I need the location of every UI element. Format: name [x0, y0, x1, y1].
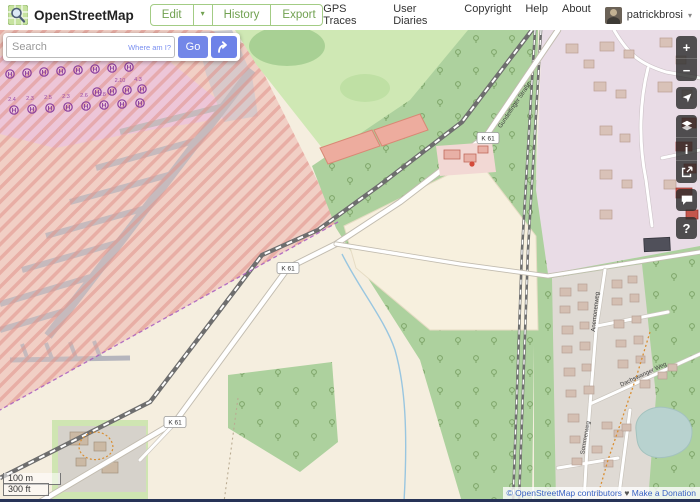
directions-button[interactable]	[211, 36, 237, 58]
svg-text:H: H	[93, 66, 98, 73]
svg-text:H: H	[76, 67, 81, 74]
svg-text:H: H	[66, 104, 71, 111]
svg-text:H: H	[25, 70, 30, 77]
user-avatar	[605, 7, 622, 24]
map-canvas[interactable]: HH HH HH HH HH HH HH HH HH HH 2.4 2.3 2.…	[0, 30, 700, 502]
svg-text:2.3: 2.3	[62, 94, 70, 100]
user-name: patrickbrosi	[627, 9, 683, 21]
map-controls: + − i ?	[676, 36, 697, 245]
donate-link[interactable]: Make a Donation	[632, 488, 696, 498]
edit-button[interactable]: Edit	[151, 5, 194, 25]
top-navbar: OpenStreetMap Edit ▾ History Export GPS …	[0, 0, 700, 30]
edit-dropdown-caret-icon[interactable]: ▾	[194, 5, 213, 25]
brand-title: OpenStreetMap	[34, 8, 134, 23]
svg-text:H: H	[59, 68, 64, 75]
link-about[interactable]: About	[562, 3, 591, 27]
svg-text:H: H	[127, 64, 132, 71]
scale-imperial: 300 ft	[3, 483, 49, 496]
svg-text:K 61: K 61	[281, 265, 295, 272]
svg-text:2.5: 2.5	[44, 95, 52, 101]
svg-text:H: H	[8, 71, 13, 78]
copyright-link[interactable]: © OpenStreetMap contributors	[507, 488, 622, 498]
locate-button[interactable]	[676, 87, 697, 109]
svg-text:H: H	[30, 106, 35, 113]
edit-history-export-group: Edit ▾ History Export	[150, 4, 324, 26]
speech-bubble-icon	[680, 193, 694, 207]
zoom-out-button[interactable]: −	[676, 58, 697, 81]
help-button[interactable]: ?	[676, 217, 697, 239]
where-am-i-link[interactable]: Where am I?	[128, 43, 171, 52]
search-panel: Where am I? Go	[3, 33, 240, 61]
layers-button[interactable]	[676, 115, 697, 137]
svg-text:2.8: 2.8	[98, 92, 106, 98]
svg-text:H: H	[120, 101, 125, 108]
zoom-in-button[interactable]: +	[676, 36, 697, 58]
directions-arrow-icon	[216, 39, 232, 55]
svg-text:2.4: 2.4	[8, 97, 16, 103]
svg-text:K 61: K 61	[168, 419, 182, 426]
link-copyright[interactable]: Copyright	[464, 3, 511, 27]
svg-text:H: H	[110, 88, 115, 95]
stable-compound	[436, 142, 496, 176]
svg-text:H: H	[42, 69, 47, 76]
link-gps-traces[interactable]: GPS Traces	[323, 3, 379, 27]
svg-text:H: H	[140, 86, 145, 93]
svg-text:2.3: 2.3	[26, 96, 34, 102]
link-help[interactable]: Help	[525, 3, 548, 27]
dark-building	[644, 237, 671, 251]
heart-icon: ♥	[624, 488, 629, 498]
add-note-button[interactable]	[676, 189, 697, 211]
layers-icon	[680, 119, 694, 133]
svg-text:H: H	[138, 100, 143, 107]
history-button[interactable]: History	[213, 5, 272, 25]
osm-logo-icon	[8, 5, 28, 25]
svg-text:H: H	[102, 102, 107, 109]
user-menu[interactable]: patrickbrosi ▾	[605, 7, 692, 24]
header-links: GPS Traces User Diaries Copyright Help A…	[323, 3, 590, 27]
svg-text:2.10: 2.10	[115, 78, 126, 84]
share-button[interactable]	[676, 160, 697, 183]
svg-text:H: H	[48, 105, 53, 112]
svg-text:H: H	[110, 65, 115, 72]
svg-text:4.3: 4.3	[134, 77, 142, 83]
pond	[636, 407, 692, 457]
svg-text:2.6: 2.6	[80, 93, 88, 99]
share-icon	[680, 165, 694, 179]
osm-brand[interactable]: OpenStreetMap	[8, 5, 134, 25]
export-button[interactable]: Export	[271, 5, 323, 25]
scale-control: 100 m 300 ft	[3, 473, 61, 497]
svg-text:H: H	[84, 103, 89, 110]
svg-text:K 61: K 61	[481, 135, 495, 142]
svg-text:H: H	[12, 107, 17, 114]
search-go-button[interactable]: Go	[178, 36, 208, 58]
map-key-button[interactable]: i	[676, 137, 697, 160]
svg-text:H: H	[125, 87, 130, 94]
user-dropdown-caret-icon: ▾	[688, 11, 692, 20]
attribution-bar: © OpenStreetMap contributors ♥ Make a Do…	[503, 487, 700, 499]
link-user-diaries[interactable]: User Diaries	[393, 3, 450, 27]
navigation-arrow-icon	[680, 91, 694, 105]
poi-marker	[469, 161, 474, 166]
